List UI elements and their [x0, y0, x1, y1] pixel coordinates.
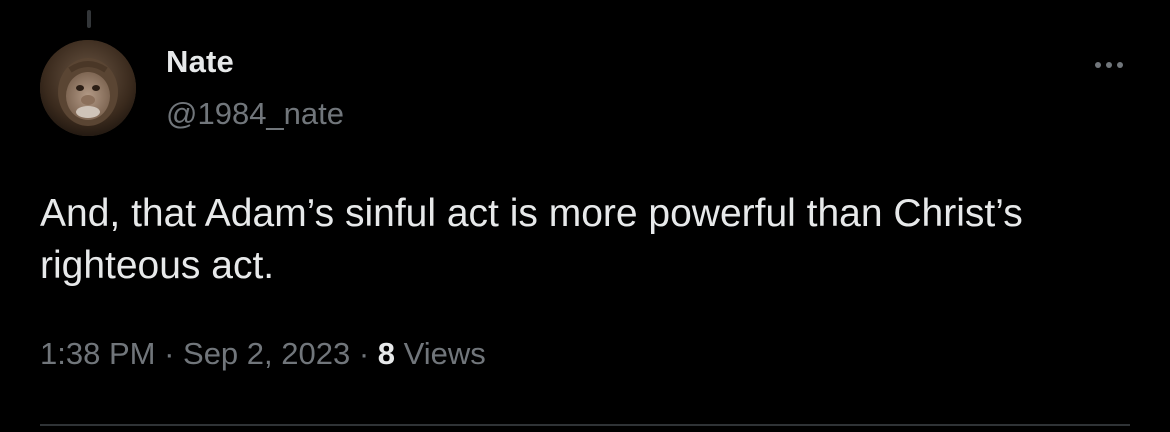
more-dot — [1095, 62, 1101, 68]
avatar[interactable] — [40, 40, 136, 136]
views-count[interactable]: 8 — [378, 336, 395, 372]
tweet-text: And, that Adam’s sinful act is more powe… — [40, 192, 1034, 287]
tweet-metadata: 1:38 PM · Sep 2, 2023 · 8 Views — [40, 336, 486, 372]
tweet-time[interactable]: 1:38 PM — [40, 336, 155, 372]
views-label[interactable]: Views — [395, 336, 486, 372]
avatar-image — [40, 40, 136, 136]
meta-separator: · — [350, 336, 378, 371]
more-horizontal-icon[interactable] — [1084, 50, 1134, 80]
more-dot — [1106, 62, 1112, 68]
tweet-date[interactable]: Sep 2, 2023 — [183, 336, 350, 372]
meta-separator: · — [155, 336, 184, 371]
thread-connector-line — [87, 10, 91, 28]
author-name[interactable]: Nate — [166, 44, 234, 80]
author-handle[interactable]: @1984_nate — [166, 96, 344, 132]
more-dot — [1117, 62, 1123, 68]
divider — [40, 424, 1130, 426]
